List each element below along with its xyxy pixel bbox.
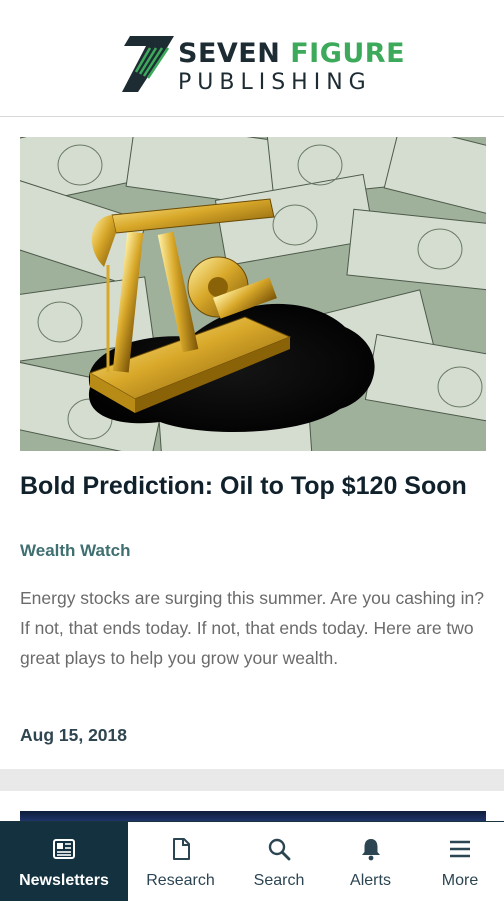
card-divider (0, 769, 504, 791)
nav-label-alerts: Alerts (350, 872, 391, 889)
article-date: Aug 15, 2018 (20, 725, 127, 745)
article-summary: Energy stocks are surging this summer. A… (20, 588, 484, 668)
next-article-image (20, 811, 486, 821)
nav-label-search: Search (253, 872, 305, 889)
brand-name-line1: SEVEN FIGURE (178, 38, 406, 69)
article-source[interactable]: Wealth Watch (20, 541, 131, 561)
gold-oil-pump-on-dollar-bills-image (20, 137, 486, 451)
brand-name-line2: PUBLISHING (178, 70, 372, 95)
bottom-navigation: Newsletters Research Search Alerts More (0, 821, 504, 901)
nav-item-search[interactable]: Search (233, 822, 325, 901)
nav-label-more: More (441, 872, 479, 889)
nav-item-more[interactable]: More (416, 822, 504, 901)
seven-figure-logo-icon (122, 36, 174, 92)
nav-item-research[interactable]: Research (128, 822, 233, 901)
newspaper-icon (53, 839, 75, 859)
document-icon (172, 838, 190, 860)
nav-item-newsletters[interactable]: Newsletters (0, 822, 128, 901)
brand-logo[interactable]: SEVEN FIGURE PUBLISHING (116, 30, 405, 95)
article-image[interactable] (20, 137, 486, 451)
bell-icon (361, 839, 380, 861)
next-article-card-preview[interactable] (0, 791, 504, 821)
nav-label-newsletters: Newsletters (19, 872, 109, 889)
menu-icon (450, 840, 470, 858)
nav-label-research: Research (146, 872, 215, 889)
nav-item-alerts[interactable]: Alerts (325, 822, 416, 901)
article-card[interactable]: Bold Prediction: Oil to Top $120 Soon We… (0, 117, 504, 769)
app-header: SEVEN FIGURE PUBLISHING (0, 0, 504, 117)
search-icon (268, 838, 291, 861)
article-title[interactable]: Bold Prediction: Oil to Top $120 Soon (20, 469, 486, 503)
